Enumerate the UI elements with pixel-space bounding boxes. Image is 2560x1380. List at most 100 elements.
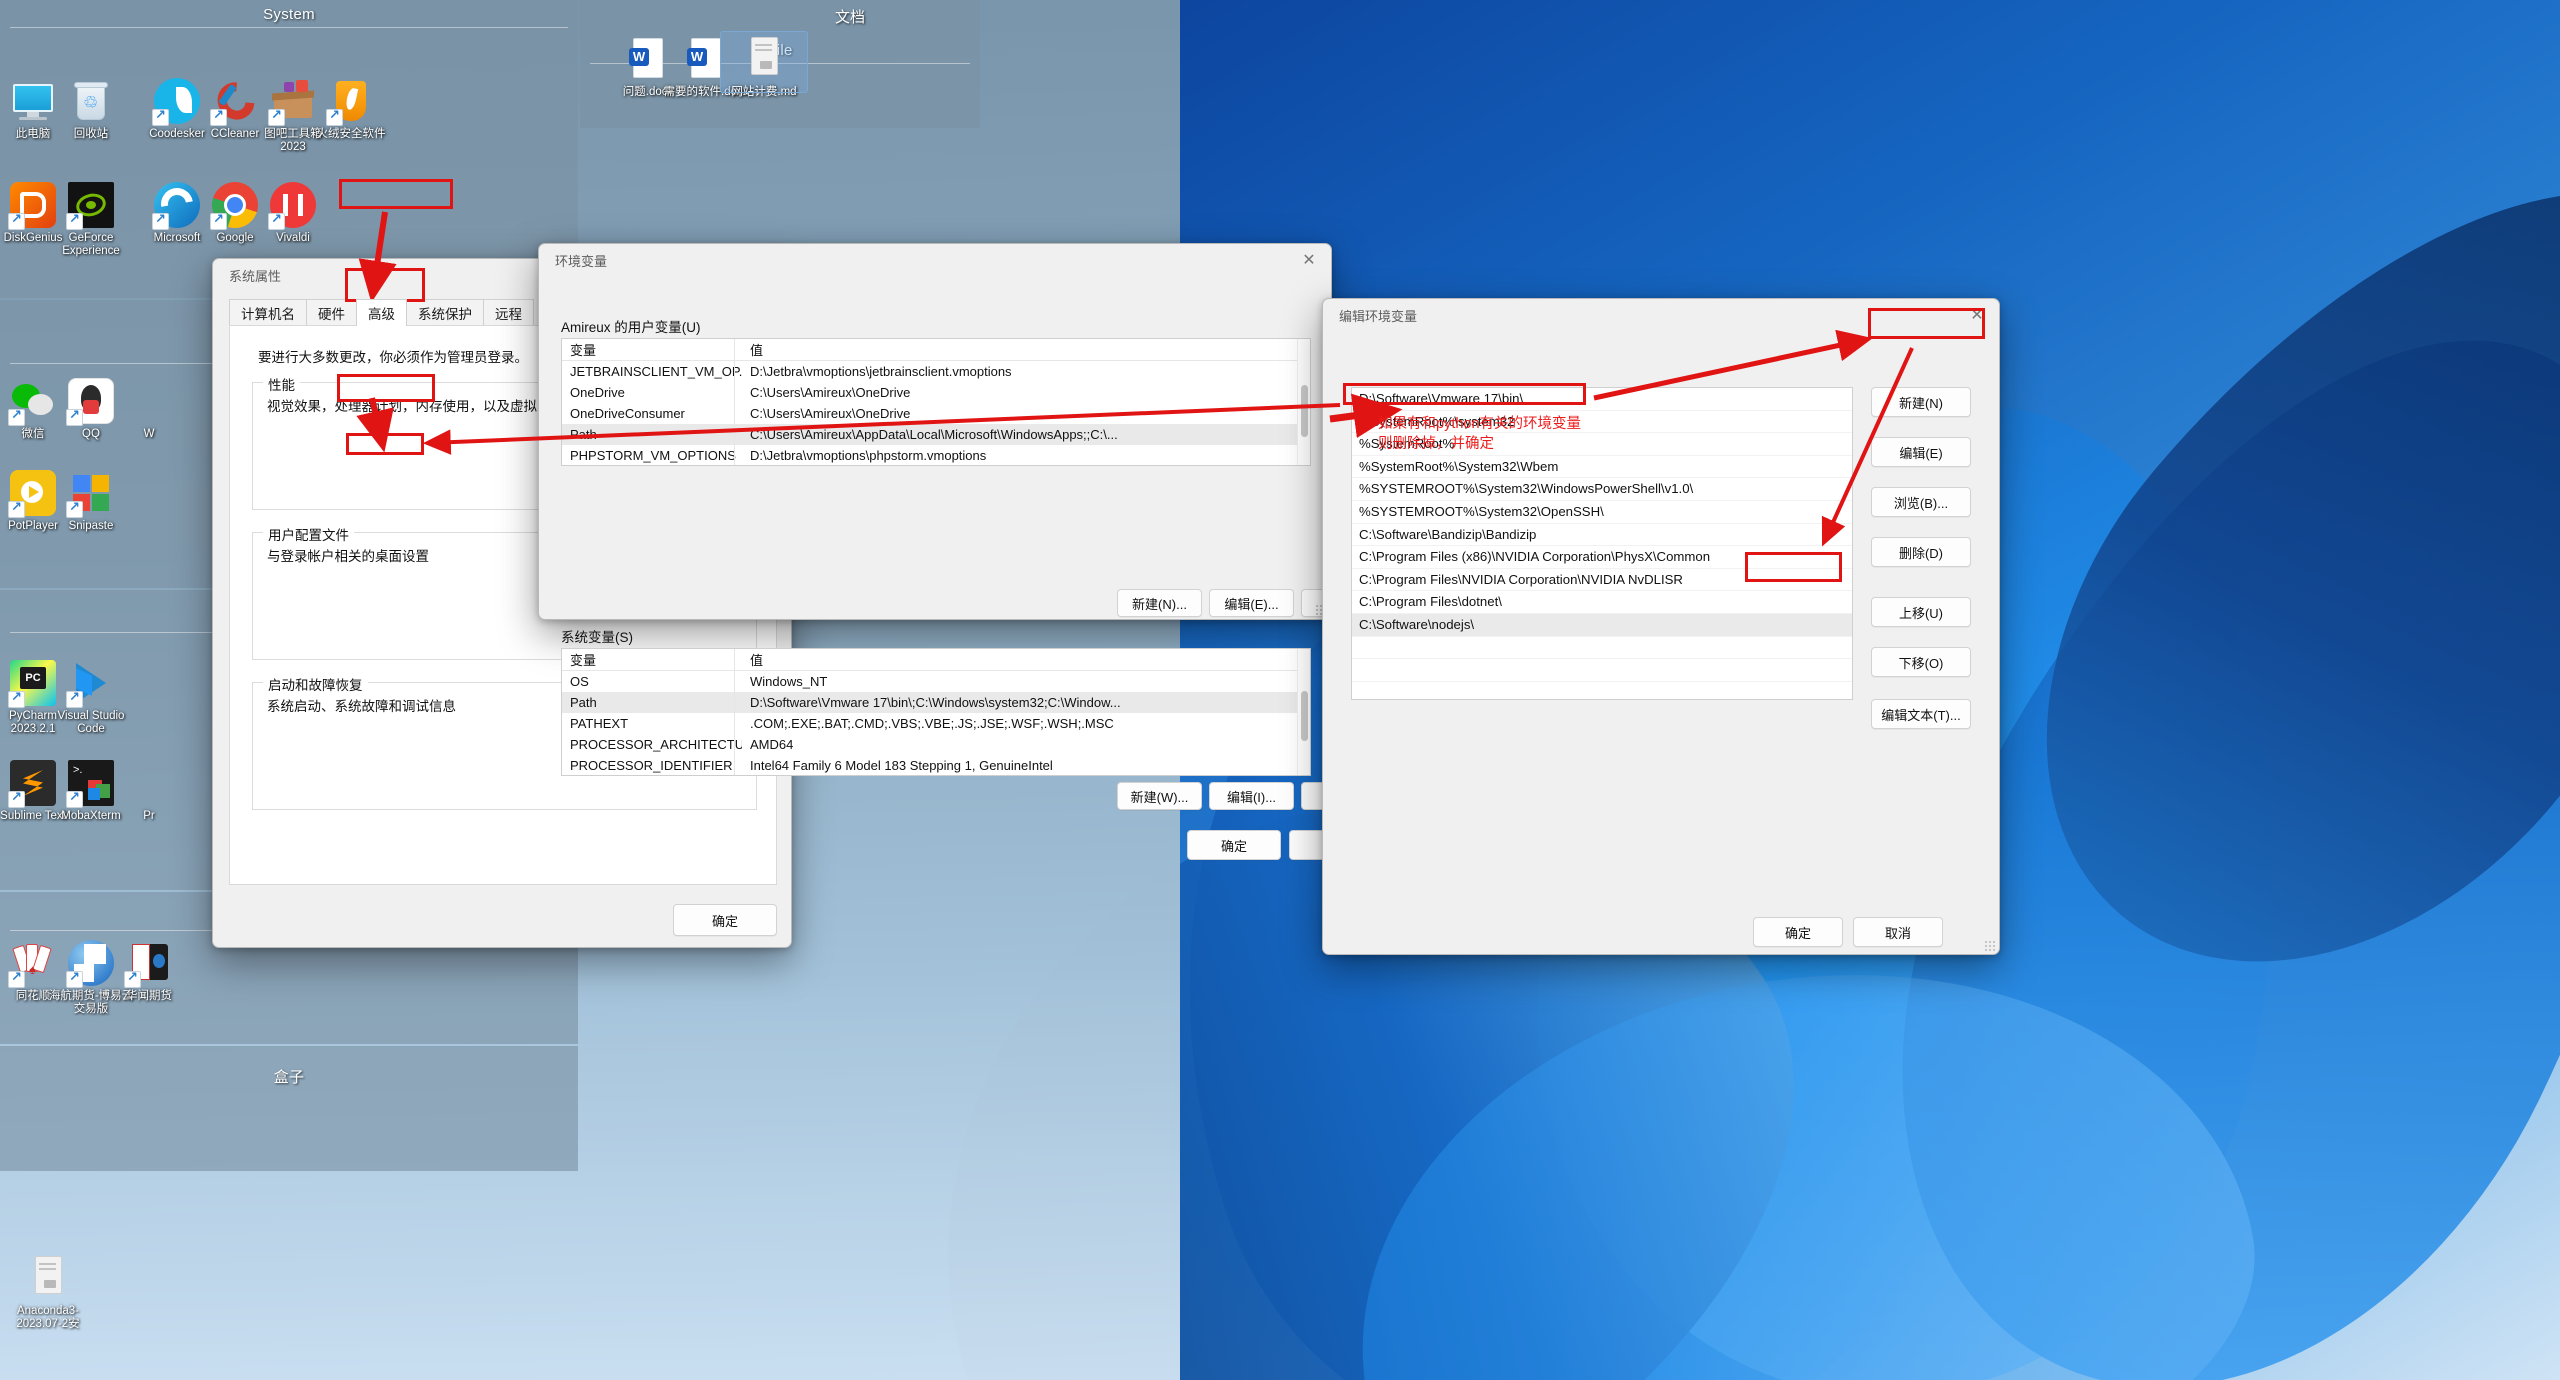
list-item[interactable]: %SystemRoot%\System32\Wbem xyxy=(1352,456,1852,479)
shortcut-overlay-icon xyxy=(66,689,83,708)
variable-value: C:\Users\Amireux\OneDrive xyxy=(750,385,911,400)
tab-system-protection[interactable]: 系统保护 xyxy=(406,299,484,326)
tab-remote[interactable]: 远程 xyxy=(483,299,534,326)
variable-value: D:\Jetbra\vmoptions\phpstorm.vmoptions xyxy=(750,448,987,463)
user-variables-label: Amireux 的用户变量(U) xyxy=(561,320,701,335)
environment-variables-dialog: 环境变量 ✕ Amireux 的用户变量(U) 变量 值 JETBRAINSCL… xyxy=(538,243,1386,860)
advanced-intro-text: 要进行大多数更改，你必须作为管理员登录。 xyxy=(258,350,528,365)
path-move-up-button[interactable]: 上移(U) xyxy=(1871,597,1971,627)
vscode-icon xyxy=(66,660,114,708)
shortcut-overlay-icon xyxy=(152,107,169,126)
list-item[interactable]: C:\Software\Bandizip\Bandizip xyxy=(1352,524,1852,547)
path-edit-text-button[interactable]: 编辑文本(T)... xyxy=(1871,699,1971,729)
list-item[interactable]: %SYSTEMROOT%\System32\OpenSSH\ xyxy=(1352,501,1852,524)
shortcut-overlay-icon xyxy=(210,211,227,230)
list-item-empty[interactable] xyxy=(1352,637,1852,660)
system-properties-ok-button[interactable]: 确定 xyxy=(673,904,777,936)
scrollbar-thumb[interactable] xyxy=(1301,691,1308,741)
variable-name: Path xyxy=(570,427,597,442)
system-variables-list[interactable]: 变量 值 OS Windows_NT Path D:\Software\Vmwa… xyxy=(561,648,1311,776)
path-delete-button[interactable]: 删除(D) xyxy=(1871,537,1971,567)
variable-value: Windows_NT xyxy=(750,674,828,689)
desktop-icon-snipaste[interactable]: Snipaste xyxy=(48,470,134,533)
user-new-button[interactable]: 新建(N)... xyxy=(1117,589,1202,617)
desktop-icon-anaconda-installer[interactable]: Anaconda3-2023.07-2安 xyxy=(5,1255,91,1331)
desktop-icon-w-app[interactable]: W xyxy=(106,378,192,441)
variable-name: PROCESSOR_IDENTIFIER xyxy=(570,758,733,773)
user-variables-header: 变量 值 xyxy=(562,339,1310,361)
shortcut-overlay-icon xyxy=(66,499,83,518)
desktop-icon-markdown-file[interactable]: 网站计费.md xyxy=(720,31,808,98)
system-variables-label: 系统变量(S) xyxy=(561,630,633,645)
shortcut-overlay-icon xyxy=(268,107,285,126)
variable-name: PHPSTORM_VM_OPTIONS xyxy=(570,448,736,463)
resize-grip[interactable] xyxy=(1984,940,1995,951)
list-item[interactable]: C:\Program Files (x86)\NVIDIA Corporatio… xyxy=(1352,546,1852,569)
system-list-scrollbar[interactable] xyxy=(1297,649,1310,775)
desktop-icon-vivaldi[interactable]: Vivaldi xyxy=(250,182,336,245)
shortcut-overlay-icon xyxy=(66,407,83,426)
edit-env-cancel-button[interactable]: 取消 xyxy=(1853,917,1943,947)
list-item[interactable]: %SYSTEMROOT%\System32\WindowsPowerShell\… xyxy=(1352,478,1852,501)
system-new-button[interactable]: 新建(W)... xyxy=(1117,782,1202,810)
variable-value: D:\Software\Vmware 17\bin\;C:\Windows\sy… xyxy=(750,695,1121,710)
shortcut-overlay-icon xyxy=(8,689,25,708)
variable-value: C:\Users\Amireux\OneDrive xyxy=(750,406,911,421)
system-variables-header: 变量 值 xyxy=(562,649,1310,671)
scrollbar-thumb[interactable] xyxy=(1301,385,1308,437)
variable-name: PROCESSOR_ARCHITECTURE xyxy=(570,737,742,752)
desktop-icon-geforce-experience[interactable]: GeForce Experience xyxy=(48,182,134,258)
table-row[interactable]: OneDrive C:\Users\Amireux\OneDrive xyxy=(562,382,1310,403)
edit-env-ok-button[interactable]: 确定 xyxy=(1753,917,1843,947)
huawen-futures-icon xyxy=(124,940,172,988)
icon-label: GeForce Experience xyxy=(62,232,120,257)
desktop-icon-vscode[interactable]: Visual Studio Code xyxy=(48,660,134,736)
pr-icon xyxy=(126,760,172,806)
desktop-icon-huorong[interactable]: 火绒安全软件 xyxy=(308,78,394,141)
startup-recovery-desc: 系统启动、系统故障和调试信息 xyxy=(267,699,456,714)
list-item[interactable]: D:\Software\Vmware 17\bin\ xyxy=(1352,388,1852,411)
generic-file-icon xyxy=(25,1255,71,1301)
table-row[interactable]: OneDriveConsumer C:\Users\Amireux\OneDri… xyxy=(562,403,1310,424)
table-row[interactable]: PROCESSOR_IDENTIFIER Intel64 Family 6 Mo… xyxy=(562,755,1310,775)
column-header-name: 变量 xyxy=(570,653,597,668)
close-icon[interactable]: ✕ xyxy=(1955,299,1999,333)
table-row[interactable]: JETBRAINSCLIENT_VM_OP... D:\Jetbra\vmopt… xyxy=(562,361,1310,382)
tab-advanced[interactable]: 高级 xyxy=(356,299,407,326)
path-edit-button[interactable]: 编辑(E) xyxy=(1871,437,1971,467)
list-item[interactable]: C:\Program Files\NVIDIA Corporation\NVID… xyxy=(1352,569,1852,592)
table-row[interactable]: PROCESSOR_ARCHITECTURE AMD64 xyxy=(562,734,1310,755)
variable-value: .COM;.EXE;.BAT;.CMD;.VBS;.VBE;.JS;.JSE;.… xyxy=(750,716,1114,731)
desktop-icon-recycle-bin[interactable]: ♲ 回收站 xyxy=(48,78,134,141)
list-item[interactable]: C:\Program Files\dotnet\ xyxy=(1352,591,1852,614)
table-row[interactable]: Path C:\Users\Amireux\AppData\Local\Micr… xyxy=(562,424,1310,445)
shortcut-overlay-icon xyxy=(8,499,25,518)
icon-label: Anaconda3-2023.07-2安 xyxy=(16,1305,80,1330)
path-new-button[interactable]: 新建(N) xyxy=(1871,387,1971,417)
user-list-scrollbar[interactable] xyxy=(1297,339,1310,465)
table-row[interactable]: PHPSTORM_VM_OPTIONS D:\Jetbra\vmoptions\… xyxy=(562,445,1310,465)
system-edit-button[interactable]: 编辑(I)... xyxy=(1209,782,1294,810)
table-row[interactable]: OS Windows_NT xyxy=(562,671,1310,692)
shortcut-overlay-icon xyxy=(66,969,83,988)
table-row[interactable]: Path D:\Software\Vmware 17\bin\;C:\Windo… xyxy=(562,692,1310,713)
close-icon[interactable]: ✕ xyxy=(1287,244,1331,278)
desktop-icon-huawen-futures[interactable]: 华闻期货 xyxy=(106,940,192,1003)
huorong-icon xyxy=(326,78,374,126)
user-variables-list[interactable]: 变量 值 JETBRAINSCLIENT_VM_OP... D:\Jetbra\… xyxy=(561,338,1311,466)
list-item-empty[interactable] xyxy=(1352,682,1852,699)
env-ok-button[interactable]: 确定 xyxy=(1187,830,1281,860)
tab-hardware[interactable]: 硬件 xyxy=(306,299,357,326)
list-item[interactable]: C:\Software\nodejs\ xyxy=(1352,613,1852,637)
path-move-down-button[interactable]: 下移(O) xyxy=(1871,647,1971,677)
list-item-empty[interactable] xyxy=(1352,659,1852,682)
table-row[interactable]: PATHEXT .COM;.EXE;.BAT;.CMD;.VBS;.VBE;.J… xyxy=(562,713,1310,734)
desktop-icon-pr[interactable]: Pr xyxy=(106,760,192,823)
shortcut-overlay-icon xyxy=(124,969,141,988)
icon-label: 回收站 xyxy=(73,128,109,140)
desktop-group-title: System xyxy=(263,6,315,23)
path-browse-button[interactable]: 浏览(B)... xyxy=(1871,487,1971,517)
user-edit-button[interactable]: 编辑(E)... xyxy=(1209,589,1294,617)
tab-computer-name[interactable]: 计算机名 xyxy=(229,299,307,326)
performance-desc: 视觉效果，处理器计划，内存使用，以及虚拟内存 xyxy=(267,399,564,414)
